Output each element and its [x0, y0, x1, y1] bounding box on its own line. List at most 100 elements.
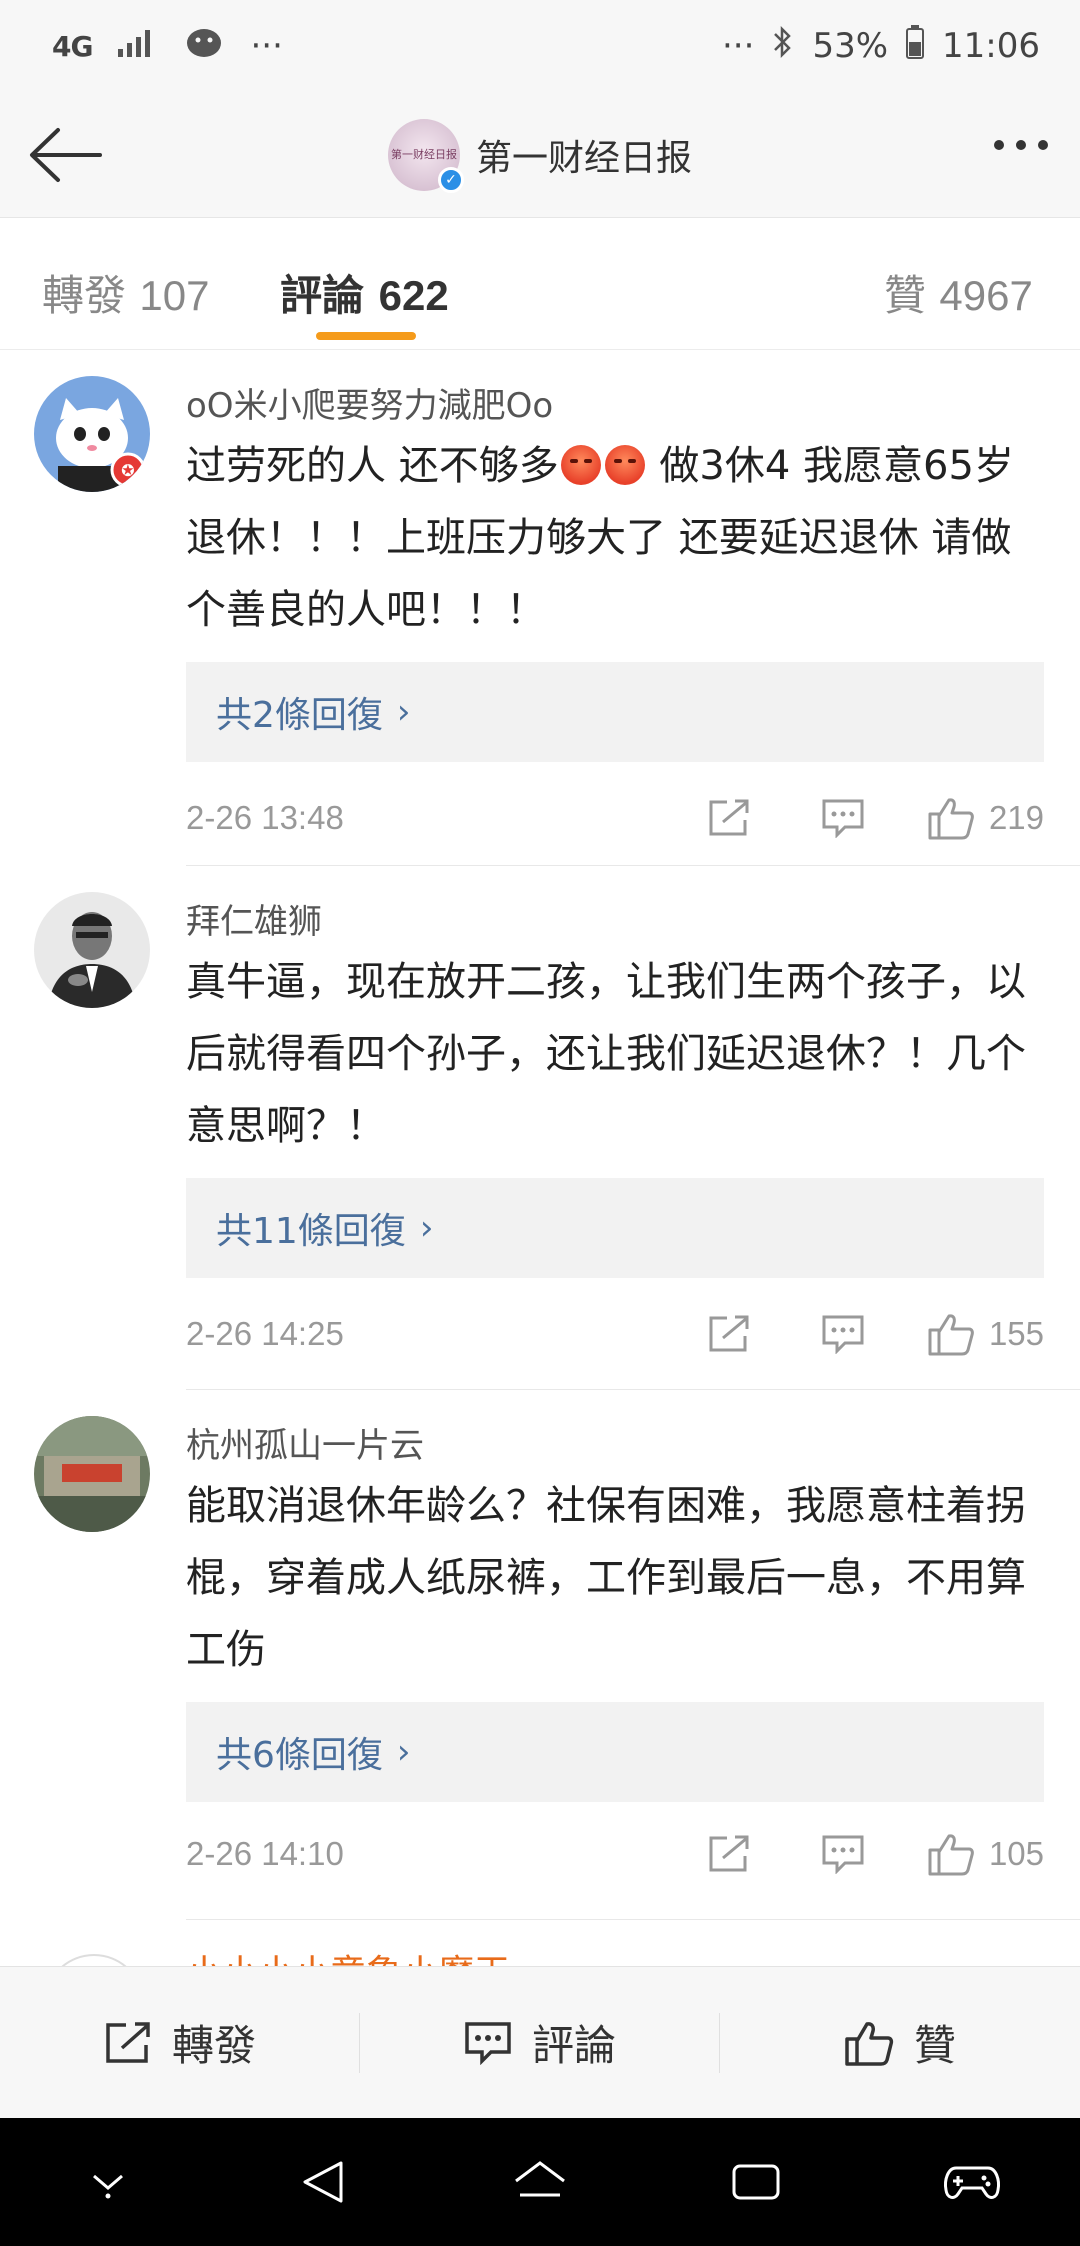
more-options-button[interactable] [994, 140, 1048, 150]
status-bar: 4G ··· ··· 53% 11:06 [0, 0, 1080, 92]
tab-likes[interactable]: 贊 4967 [884, 262, 1033, 323]
comment-time: 2-26 14:25 [186, 1315, 344, 1352]
nav-recents-button[interactable] [711, 2137, 801, 2227]
signal-icon [118, 26, 158, 66]
comment-list: ✪ oO米小爬要努力減肥Oo 过劳死的人 还不够多 做3休4 我愿意65岁退休！… [0, 350, 1080, 1920]
comment-text: 真牛逼，现在放开二孩，让我们生两个孩子，以后就得看四个孙子，还让我们延迟退休？！… [186, 959, 1026, 1149]
commenter-avatar[interactable] [34, 1416, 150, 1532]
page-title: 第一财经日报 [475, 137, 692, 179]
account-header[interactable]: 第一财经日报 ✓ 第一财经日报 [387, 118, 692, 193]
nav-back-button[interactable] [279, 2137, 369, 2227]
network-type: 4G [52, 29, 93, 63]
system-nav-bar [0, 2118, 1080, 2246]
commenter-avatar[interactable] [34, 892, 150, 1008]
dot-icon [1016, 140, 1026, 150]
comment-meta: 2-26 14:25 155 [186, 1304, 1044, 1364]
view-replies-button[interactable]: 共6條回復 › [186, 1702, 1044, 1802]
share-icon [709, 799, 749, 836]
commenter-avatar[interactable]: ✪ [34, 376, 150, 492]
battery-percent: 53% [812, 26, 889, 66]
share-icon [106, 2021, 150, 2063]
share-button[interactable] [699, 798, 759, 838]
like-button[interactable]: 155 [927, 1312, 1044, 1356]
tab-reposts[interactable]: 轉發 107 [42, 262, 209, 323]
commenter-name[interactable]: 杭州孤山一片云 [186, 1418, 424, 1467]
like-label: 贊 [913, 2021, 956, 2070]
tab-label: 轉發 [42, 271, 127, 320]
reply-button[interactable] [813, 1314, 873, 1354]
replies-label: 共2條回復 [216, 695, 383, 736]
portrait-avatar-icon [34, 892, 150, 1008]
commenter-name[interactable]: 小小小小意象小魔王 [186, 1944, 510, 1966]
account-avatar[interactable]: 第一财经日报 ✓ [387, 118, 464, 193]
partial-comment-item: 小小小小意象小魔王 [0, 1920, 1080, 1966]
comment-icon [465, 2021, 511, 2065]
thumbs-up-icon [928, 1314, 974, 1356]
tab-comments[interactable]: 評論 622 [280, 262, 449, 323]
bottom-action-bar: 轉發 評論 贊 [0, 1966, 1080, 2118]
tab-count: 622 [378, 272, 449, 319]
like-button[interactable]: 219 [927, 796, 1044, 840]
comment-item: 拜仁雄狮 真牛逼，现在放开二孩，让我们生两个孩子，以后就得看四个孙子，还让我们延… [0, 866, 1080, 1390]
nav-game-button[interactable] [927, 2137, 1017, 2227]
share-icon [709, 1835, 749, 1872]
chevron-right-icon: › [396, 692, 411, 732]
like-count: 155 [988, 1315, 1044, 1352]
arrow-left-icon [30, 128, 102, 182]
tab-count: 107 [139, 272, 210, 319]
back-button[interactable] [26, 122, 106, 188]
thumbs-up-icon [928, 798, 974, 840]
comment-icon [822, 1315, 864, 1354]
tab-label: 贊 [884, 271, 927, 320]
app-notification-icon [184, 25, 224, 68]
reply-button[interactable] [813, 1834, 873, 1874]
share-icon [709, 1315, 749, 1352]
share-button[interactable] [699, 1834, 759, 1874]
commenter-avatar[interactable] [44, 1954, 144, 1966]
comment-button[interactable]: 評論 [360, 1967, 720, 2118]
triangle-back-icon [303, 2161, 343, 2203]
avatar-logo-text: 第一财经日报 [390, 147, 457, 161]
comment-meta: 2-26 14:10 105 [186, 1824, 1044, 1884]
like-button[interactable]: 贊 [720, 1967, 1080, 2118]
comment-label: 評論 [531, 2021, 616, 2070]
replies-label: 共6條回復 [216, 1735, 383, 1776]
recents-icon [732, 2164, 780, 2200]
landscape-avatar-icon [34, 1416, 150, 1532]
view-replies-button[interactable]: 共11條回復 › [186, 1178, 1044, 1278]
more-notifications: ··· [250, 26, 283, 66]
overflow-dots: ··· [722, 26, 755, 66]
nav-home-button[interactable] [495, 2137, 585, 2227]
commenter-name[interactable]: oO米小爬要努力減肥Oo [186, 378, 553, 427]
home-icon [515, 2161, 565, 2197]
verified-icon: ✓ [437, 166, 464, 193]
tab-bar: 轉發 107 評論 622 贊 4967 [0, 218, 1080, 350]
repost-button[interactable]: 轉發 [0, 1967, 360, 2118]
comment-item: 杭州孤山一片云 能取消退休年龄么？社保有困难，我愿意柱着拐棍，穿着成人纸尿裤，工… [0, 1390, 1080, 1920]
tab-label: 評論 [280, 271, 365, 320]
like-button[interactable]: 105 [927, 1832, 1044, 1876]
comment-time: 2-26 14:10 [186, 1835, 344, 1872]
commenter-name[interactable]: 拜仁雄狮 [186, 894, 322, 943]
top-nav-bar: 第一财经日报 ✓ 第一财经日报 [0, 92, 1080, 218]
like-count: 105 [988, 1835, 1044, 1872]
replies-label: 共11條回復 [216, 1211, 406, 1252]
angry-emoji-icon [604, 445, 645, 485]
view-replies-button[interactable]: 共2條回復 › [186, 662, 1044, 762]
dot-icon [994, 140, 1004, 150]
thumbs-up-icon [845, 2021, 894, 2066]
comment-icon [822, 799, 864, 838]
nav-collapse-button[interactable] [63, 2137, 153, 2227]
chevron-right-icon: › [419, 1208, 434, 1248]
angry-emoji-icon [560, 445, 601, 485]
bluetooth-icon [772, 25, 794, 68]
gamepad-icon [944, 2166, 1000, 2199]
share-button[interactable] [699, 1314, 759, 1354]
reply-button[interactable] [813, 798, 873, 838]
thumbs-up-icon [928, 1834, 974, 1876]
repost-label: 轉發 [171, 2021, 256, 2070]
svg-text:✪: ✪ [121, 461, 134, 480]
comment-text-part: 过劳死的人 还不够多 [186, 443, 559, 489]
tab-count: 4967 [939, 272, 1033, 319]
battery-icon [906, 24, 925, 68]
